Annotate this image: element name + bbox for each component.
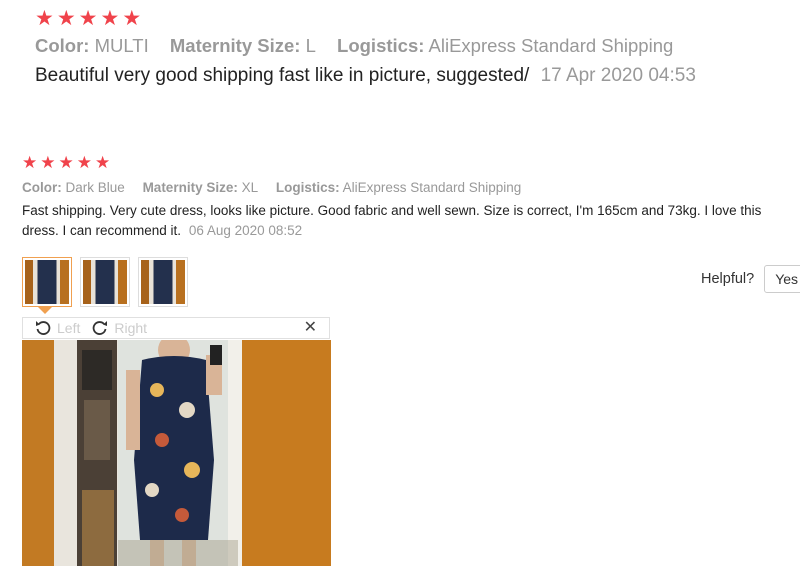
star-icon: ★ (58, 153, 75, 172)
size-label: Maternity Size: (169, 35, 301, 56)
logistics-attribute: Logistics: AliExpress Standard Shipping (337, 35, 673, 56)
color-attribute: Color: MULTI (35, 35, 149, 56)
star-rating: ★ ★ ★ ★ ★ (35, 6, 800, 31)
color-label: Color: (35, 35, 90, 56)
star-icon: ★ (22, 153, 39, 172)
photo-thumbnail-image (83, 260, 127, 304)
photo-thumbnail[interactable] (80, 257, 130, 307)
star-icon: ★ (122, 7, 143, 30)
logistics-value: AliExpress Standard Shipping (342, 180, 522, 195)
logistics-label: Logistics: (337, 35, 425, 56)
rotate-right-label: Right (114, 320, 148, 336)
review-body: Fast shipping. Very cute dress, looks li… (22, 203, 762, 238)
star-icon: ★ (35, 7, 55, 30)
star-icon: ★ (95, 153, 112, 172)
star-icon: ★ (100, 7, 121, 30)
helpful-label: Helpful? (701, 271, 755, 287)
size-value: L (305, 35, 316, 56)
photo-thumbnail[interactable] (138, 257, 188, 307)
photo-thumbnail-image (141, 260, 185, 304)
logistics-value: AliExpress Standard Shipping (428, 35, 674, 56)
photo-thumbnail[interactable] (22, 257, 72, 307)
size-attribute: Maternity Size: XL (143, 180, 259, 195)
logistics-attribute: Logistics: AliExpress Standard Shipping (276, 180, 521, 195)
review-date: 06 Aug 2020 08:52 (188, 223, 303, 238)
review-meta: Color: Dark Blue Maternity Size: XL Logi… (22, 180, 800, 195)
star-icon: ★ (78, 7, 99, 30)
review-photo-thumbnails (22, 257, 188, 307)
photo-thumbnail-image (25, 260, 69, 304)
review-1: ★ ★ ★ ★ ★ Color: MULTI Maternity Size: L… (35, 6, 800, 87)
review-2: ★ ★ ★ ★ ★ Color: Dark Blue Maternity Siz… (22, 153, 800, 241)
review-text: Fast shipping. Very cute dress, looks li… (22, 201, 800, 241)
star-icon: ★ (40, 153, 57, 172)
selected-thumbnail-indicator (38, 307, 52, 314)
rotate-right-button[interactable]: Right (92, 320, 147, 336)
size-value: XL (241, 180, 259, 195)
logistics-label: Logistics: (275, 180, 340, 195)
review-photo-image (22, 340, 331, 566)
helpful-yes-button[interactable]: Yes (764, 265, 800, 293)
helpful-vote: Helpful? Yes (701, 265, 800, 293)
photo-viewer-toolbar: Left Right ✕ (22, 317, 330, 339)
rotate-left-button[interactable]: Left (35, 320, 80, 336)
close-viewer-button[interactable]: ✕ (304, 318, 317, 338)
star-rating: ★ ★ ★ ★ ★ (22, 153, 800, 173)
size-attribute: Maternity Size: L (170, 35, 316, 56)
rotate-right-icon (93, 321, 108, 335)
star-icon: ★ (56, 7, 77, 30)
review-body: Beautiful very good shipping fast like i… (35, 65, 530, 86)
color-value: Dark Blue (65, 180, 125, 195)
review-date: 17 Apr 2020 04:53 (540, 65, 696, 86)
review-photo (22, 340, 331, 566)
review-meta: Color: MULTI Maternity Size: L Logistics… (35, 35, 800, 57)
size-label: Maternity Size: (142, 180, 238, 195)
color-value: MULTI (94, 35, 149, 56)
star-icon: ★ (76, 153, 93, 172)
review-text: Beautiful very good shipping fast like i… (35, 65, 800, 87)
color-label: Color: (22, 180, 62, 195)
rotate-left-icon (36, 321, 51, 335)
color-attribute: Color: Dark Blue (22, 180, 125, 195)
rotate-left-label: Left (57, 320, 81, 336)
